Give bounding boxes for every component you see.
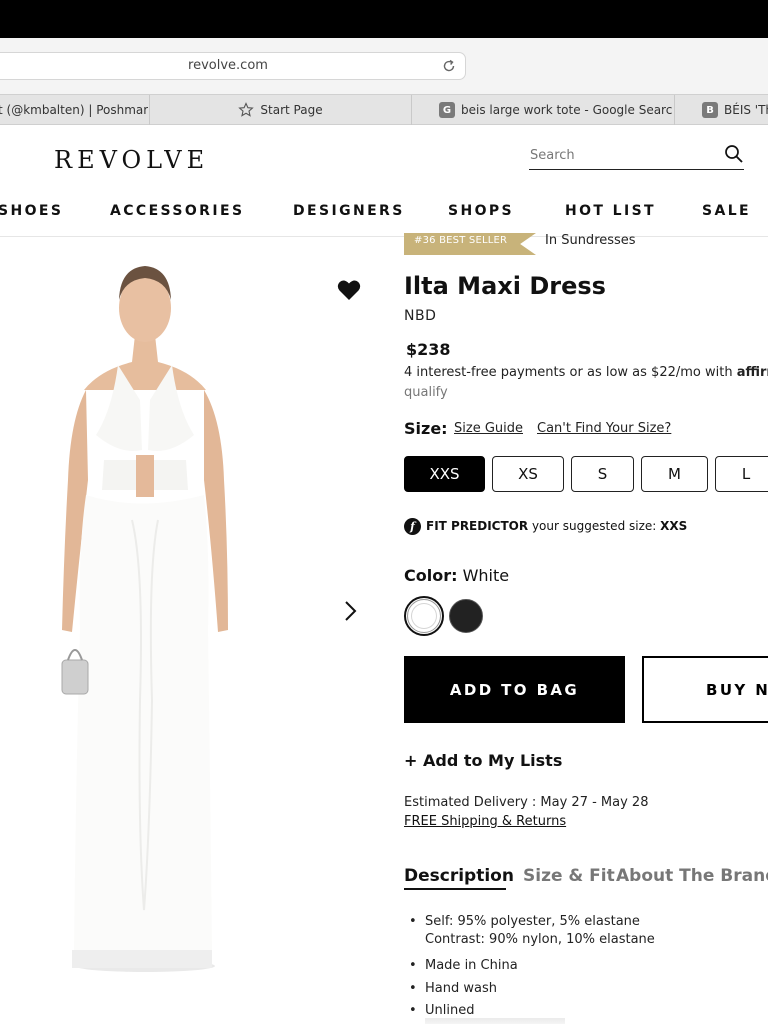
search-icon[interactable] — [724, 144, 744, 164]
add-to-bag-button[interactable]: ADD TO BAG — [404, 656, 625, 723]
tab-size-fit[interactable]: Size & Fit — [523, 866, 615, 886]
size-option-l[interactable]: L — [715, 456, 768, 492]
fit-predictor[interactable]: FIT PREDICTOR your suggested size: XXS — [426, 519, 687, 533]
payment-text: 4 interest-free payments or as low as $2… — [404, 365, 733, 380]
tab-label: beis large work tote - Google Search — [461, 103, 673, 117]
beis-icon: B — [702, 102, 718, 118]
tab-label: Start Page — [260, 103, 323, 117]
color-swatch-black[interactable] — [449, 599, 483, 633]
description-list: Self: 95% polyester, 5% elastane Contras… — [404, 913, 655, 1024]
tab-start-page[interactable]: Start Page — [149, 95, 411, 125]
tab-google-search[interactable]: G beis large work tote - Google Search — [411, 95, 673, 125]
tab-beis[interactable]: B BÉIS 'Th — [674, 95, 768, 125]
tab-about-brand[interactable]: About The Brand — [616, 866, 768, 886]
nav-shops[interactable]: SHOPS — [448, 203, 514, 219]
search-placeholder: Search — [530, 148, 575, 163]
color-swatch-white[interactable] — [407, 599, 441, 633]
size-option-s[interactable]: S — [571, 456, 634, 492]
size-option-xxs[interactable]: XXS — [404, 456, 485, 492]
description-text: Self: 95% polyester, 5% elastane — [425, 914, 640, 929]
fit-predictor-text: your suggested size: — [531, 519, 657, 533]
size-option-xs[interactable]: XS — [492, 456, 564, 492]
badge-category: In Sundresses — [545, 233, 636, 248]
size-guide-link[interactable]: Size Guide — [454, 421, 523, 436]
estimated-delivery: Estimated Delivery : May 27 - May 28 — [404, 795, 649, 810]
nav-accessories[interactable]: ACCESSORIES — [110, 203, 244, 219]
affirm-logo[interactable]: affirm — [737, 365, 768, 380]
google-icon: G — [439, 102, 455, 118]
list-item: Self: 95% polyester, 5% elastane Contras… — [404, 913, 655, 957]
revolve-logo[interactable]: REVOLVE — [54, 146, 209, 174]
description-text: Contrast: 90% nylon, 10% elastane — [425, 932, 655, 947]
cant-find-size-link[interactable]: Can't Find Your Size? — [537, 421, 671, 436]
device-status-bar — [0, 0, 768, 38]
size-option-m[interactable]: M — [641, 456, 708, 492]
nav-sale[interactable]: SALE — [702, 203, 751, 219]
payment-info: 4 interest-free payments or as low as $2… — [404, 365, 768, 380]
tab-label: BÉIS 'Th — [724, 103, 768, 117]
fit-predictor-label: FIT PREDICTOR — [426, 519, 529, 533]
product-brand[interactable]: NBD — [404, 308, 436, 324]
nav-shoes[interactable]: SHOES — [0, 203, 63, 219]
badge-text: #36 BEST SELLER — [414, 235, 508, 246]
chevron-right-icon[interactable] — [340, 599, 360, 623]
product-image[interactable] — [40, 250, 250, 975]
tab-poshmark[interactable]: t (@kmbalten) | Poshmark — [0, 95, 148, 125]
main-nav: SHOES ACCESSORIES DESIGNERS SHOPS HOT LI… — [0, 203, 768, 237]
reload-icon[interactable] — [441, 58, 457, 74]
active-tab-indicator — [404, 888, 506, 890]
address-bar[interactable]: revolve.com — [0, 52, 466, 80]
color-label: Color: White — [404, 566, 509, 585]
product-title: Ilta Maxi Dress — [404, 272, 606, 300]
cut-off-text — [425, 1018, 565, 1024]
list-item: Made in China — [404, 957, 655, 980]
nav-designers[interactable]: DESIGNERS — [293, 203, 405, 219]
size-label: Size: — [404, 419, 448, 438]
best-seller-badge: #36 BEST SELLER — [404, 233, 536, 255]
buy-now-button[interactable]: BUY NOW — [642, 656, 768, 723]
free-shipping-link[interactable]: FREE Shipping & Returns — [404, 814, 566, 829]
color-value: White — [462, 566, 510, 585]
browser-toolbar: revolve.com — [0, 38, 768, 94]
nav-hot-list[interactable]: HOT LIST — [565, 203, 656, 219]
add-to-lists-button[interactable]: + Add to My Lists — [404, 751, 562, 770]
tab-description[interactable]: Description — [404, 866, 514, 886]
product-price: $238 — [406, 340, 451, 359]
list-item: Hand wash — [404, 980, 655, 1003]
star-icon — [238, 102, 255, 117]
url-text: revolve.com — [188, 58, 268, 73]
tab-label: t (@kmbalten) | Poshmark — [0, 103, 148, 117]
fit-predictor-size: XXS — [660, 519, 688, 533]
payment-qualify: qualify — [404, 385, 448, 400]
search-input[interactable]: Search — [529, 142, 744, 170]
bookmarks-bar: t (@kmbalten) | Poshmark Start Page G be… — [0, 94, 768, 125]
fit-predictor-icon: f — [404, 518, 421, 535]
heart-icon[interactable] — [337, 279, 361, 301]
color-label-text: Color: — [404, 566, 458, 585]
